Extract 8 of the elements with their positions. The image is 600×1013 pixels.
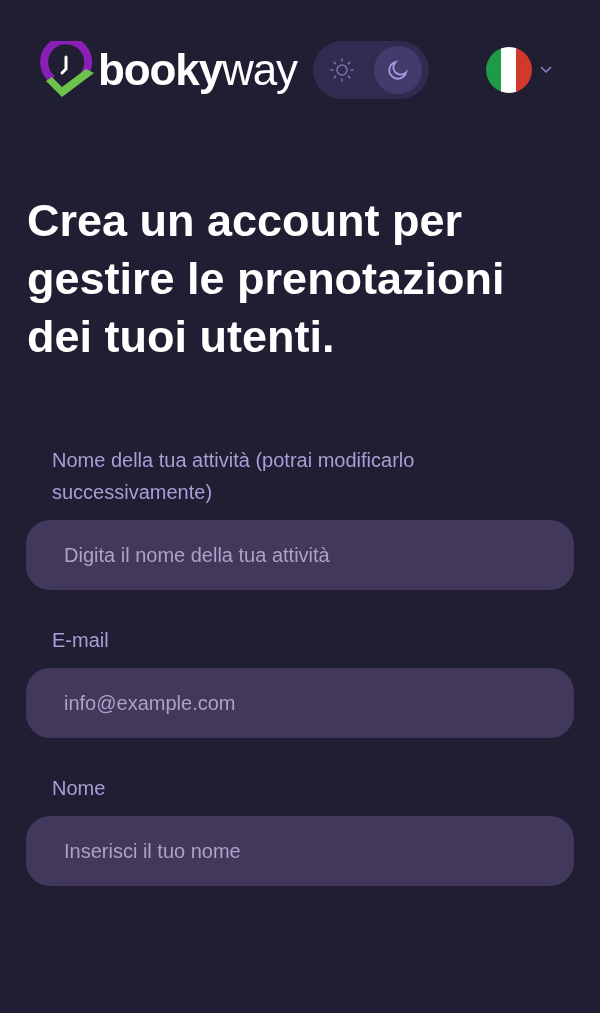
page-heading: Crea un account per gestire le prenotazioni dei tuoi utenti. (26, 194, 506, 364)
field-label: Nome della tua attività (potrai modificarlo successivamente) (51, 448, 416, 505)
logo-text: bookyway (98, 48, 298, 92)
text-input-field[interactable]: info@example.com (26, 668, 574, 738)
field-label: Nome (51, 776, 107, 801)
text-input-field[interactable]: Inserisci il tuo nome (26, 816, 574, 886)
text-input-field[interactable]: Digita il nome della tua attività (26, 520, 574, 590)
field-label: E-mail (51, 628, 110, 653)
